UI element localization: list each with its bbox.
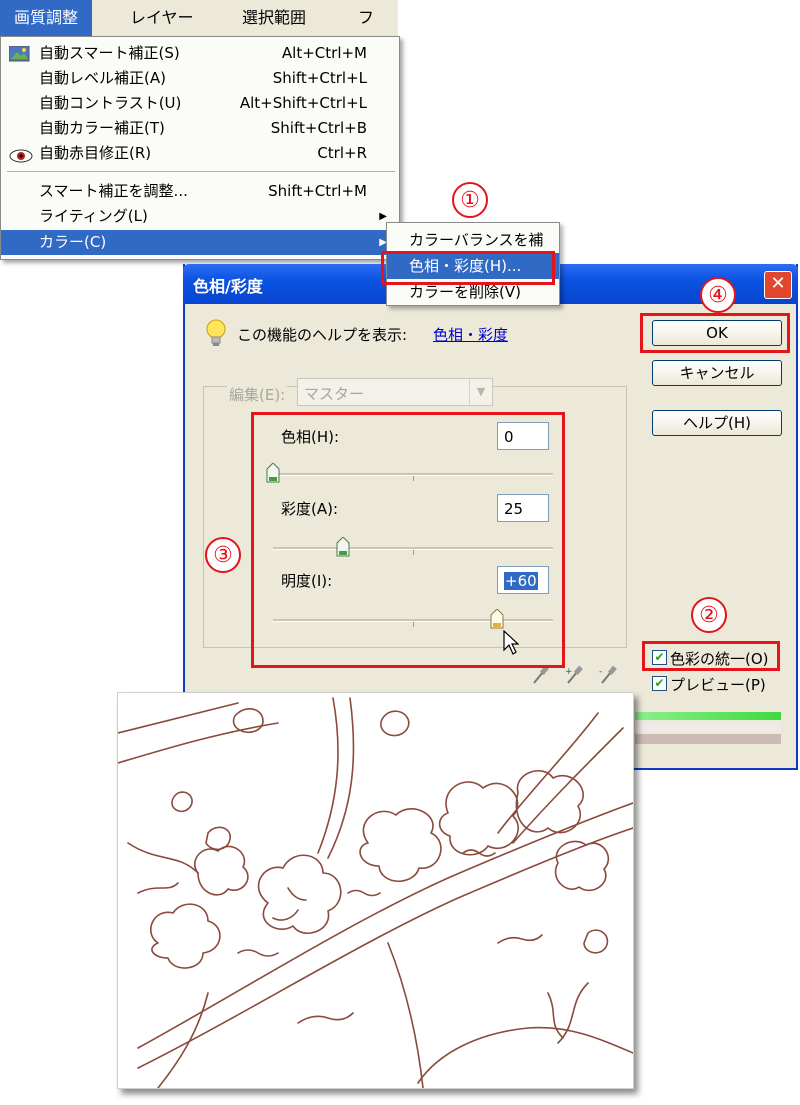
close-icon[interactable]: ✕ — [764, 271, 792, 299]
dialog-title: 色相/彩度 — [193, 277, 263, 296]
menu-filter[interactable]: フィル — [344, 0, 398, 99]
edit-select[interactable]: マスター ▼ — [297, 378, 493, 406]
eyedropper-minus-icon[interactable]: - — [599, 664, 617, 690]
help-text: この機能のヘルプを表示: — [237, 326, 408, 344]
menu-selection[interactable]: 選択範囲 — [228, 0, 320, 36]
menu-separator — [7, 171, 395, 173]
menu-item-auto-smart-fix[interactable]: 自動スマート補正(S) Alt+Ctrl+M — [1, 41, 399, 66]
svg-text:+: + — [565, 667, 573, 677]
menu-item-auto-color[interactable]: 自動カラー補正(T) Shift+Ctrl+B — [1, 116, 399, 141]
menu-item-lighting[interactable]: ライティング(L) ▶ — [1, 204, 399, 229]
highlight-ok-button — [640, 313, 790, 353]
edit-label: 編集(E): — [227, 384, 288, 405]
cancel-button[interactable]: キャンセル — [652, 360, 782, 386]
color-bar-result — [635, 712, 781, 720]
menu-bar: 画質調整 レイヤー 選択範囲 フィル — [0, 0, 398, 99]
color-bar-tint — [635, 734, 781, 744]
step-marker-2: ② — [691, 597, 727, 633]
preview-label: プレビュー(P) — [670, 676, 766, 694]
menu-item-auto-contrast[interactable]: 自動コントラスト(U) Alt+Shift+Ctrl+L — [1, 91, 399, 116]
checkmark-icon: ✔ — [652, 676, 667, 691]
menu-item-auto-levels[interactable]: 自動レベル補正(A) Shift+Ctrl+L — [1, 66, 399, 91]
highlight-hue-saturation-menu — [381, 251, 555, 285]
menu-item-red-eye[interactable]: 自動赤目修正(R) Ctrl+R — [1, 141, 399, 166]
menu-item-color[interactable]: カラー(C) ▶ — [1, 230, 399, 255]
preview-image — [117, 692, 634, 1089]
color-bar-light — [635, 722, 781, 732]
step-marker-4: ④ — [700, 277, 736, 313]
eye-icon — [9, 146, 33, 163]
step-marker-3: ③ — [205, 537, 241, 573]
highlight-sliders — [251, 412, 565, 668]
menu-layer[interactable]: レイヤー — [116, 0, 208, 36]
smart-fix-icon — [8, 45, 31, 62]
eyedropper-plus-icon[interactable]: + — [565, 664, 583, 690]
menu-item-adjust-smart-fix[interactable]: スマート補正を調整... Shift+Ctrl+M — [1, 179, 399, 204]
highlight-colorize — [642, 641, 780, 671]
help-link[interactable]: 色相・彩度 — [433, 324, 508, 345]
image-adjust-dropdown: 自動スマート補正(S) Alt+Ctrl+M 自動レベル補正(A) Shift+… — [0, 36, 400, 260]
chevron-down-icon: ▼ — [469, 379, 492, 405]
help-button[interactable]: ヘルプ(H) — [652, 410, 782, 436]
step-marker-1: ① — [452, 182, 488, 218]
menu-image-adjust[interactable]: 画質調整 — [0, 0, 93, 36]
svg-text:-: - — [599, 667, 602, 677]
lightbulb-icon — [205, 318, 227, 348]
submenu-item-color-balance[interactable]: カラーバランスを補 — [409, 229, 544, 250]
